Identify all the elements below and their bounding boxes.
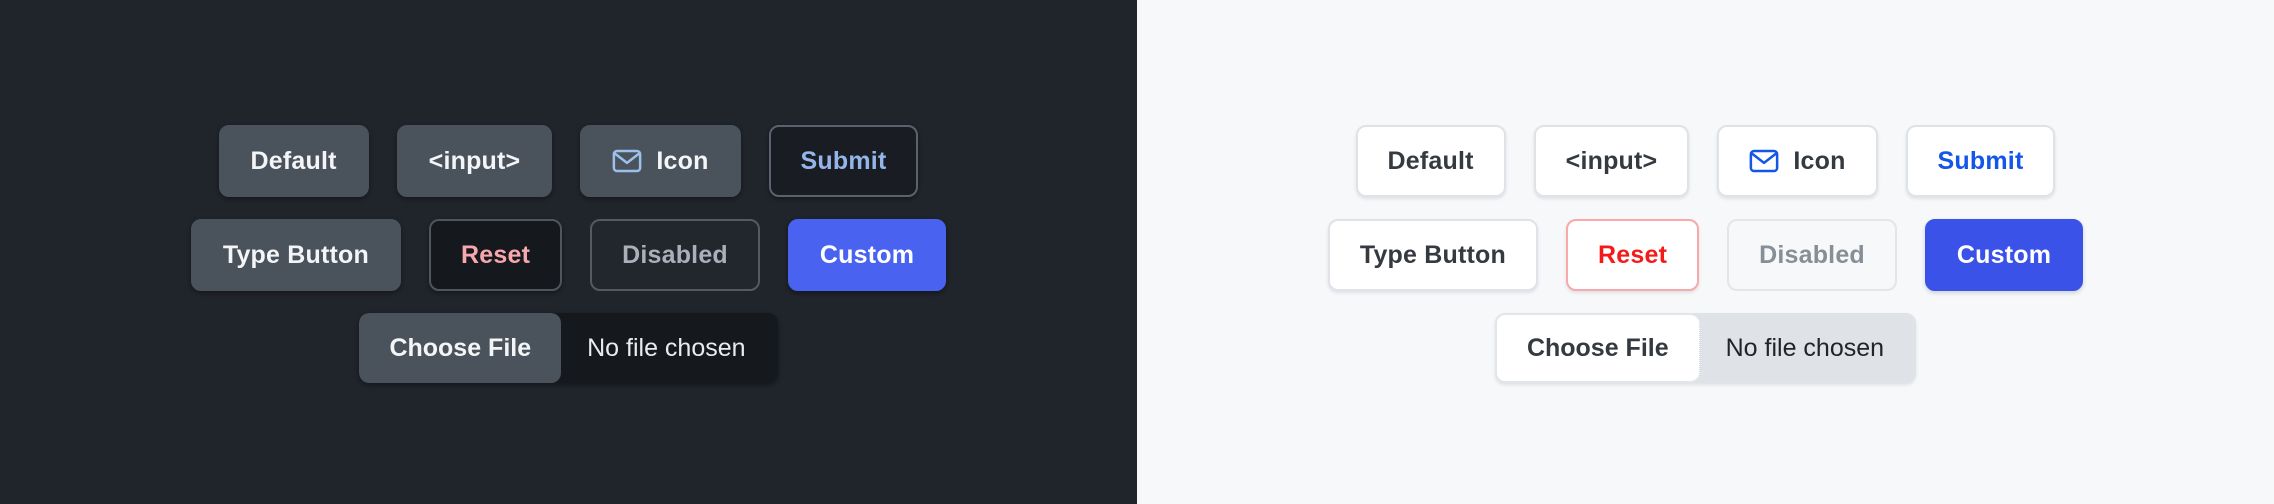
light-disabled-button-label: Disabled <box>1759 240 1865 269</box>
dark-disabled-button: Disabled <box>590 219 760 291</box>
light-icon-button[interactable]: Icon <box>1717 125 1878 197</box>
dark-button-row-1: Default <input> Icon Submit <box>218 125 919 197</box>
mail-icon <box>612 146 642 176</box>
dark-submit-button[interactable]: Submit <box>768 125 919 197</box>
dark-file-status-text: No file chosen <box>587 333 746 362</box>
dark-input-button[interactable]: <input> <box>396 125 553 197</box>
light-input-button[interactable]: <input> <box>1533 125 1690 197</box>
dark-button-row-3: Choose File No file chosen <box>359 313 778 383</box>
light-custom-button[interactable]: Custom <box>1924 219 2084 291</box>
dark-submit-button-label: Submit <box>800 146 887 175</box>
dark-choose-file-button[interactable]: Choose File <box>359 313 562 383</box>
light-file-status-text: No file chosen <box>1725 333 1885 362</box>
light-reset-button[interactable]: Reset <box>1566 219 1700 291</box>
light-submit-button-label: Submit <box>1937 146 2024 175</box>
dark-type-button-label: Type Button <box>222 240 369 269</box>
light-theme-pane: Default <input> Icon Submit Type Button … <box>1137 0 2274 504</box>
dark-input-button-label: <input> <box>428 146 521 175</box>
dark-reset-button[interactable]: Reset <box>429 219 563 291</box>
light-default-button-label: Default <box>1387 146 1474 175</box>
light-disabled-button: Disabled <box>1727 219 1897 291</box>
dark-reset-button-label: Reset <box>461 240 531 269</box>
button-variants-comparison: Default <input> Icon Submit Type Button … <box>0 0 2274 504</box>
light-type-button[interactable]: Type Button <box>1327 219 1538 291</box>
light-type-button-label: Type Button <box>1359 240 1506 269</box>
dark-icon-button[interactable]: Icon <box>580 125 741 197</box>
mail-icon <box>1749 146 1779 176</box>
dark-default-button-label: Default <box>250 146 337 175</box>
dark-icon-button-label: Icon <box>656 146 709 175</box>
light-reset-button-label: Reset <box>1598 240 1668 269</box>
light-icon-button-label: Icon <box>1793 146 1846 175</box>
light-custom-button-label: Custom <box>1956 240 2052 269</box>
dark-file-input[interactable]: Choose File No file chosen <box>359 313 778 383</box>
dark-theme-pane: Default <input> Icon Submit Type Button … <box>0 0 1137 504</box>
dark-custom-button[interactable]: Custom <box>787 219 947 291</box>
dark-default-button[interactable]: Default <box>218 125 369 197</box>
light-choose-file-button[interactable]: Choose File <box>1494 313 1700 383</box>
dark-disabled-button-label: Disabled <box>622 240 728 269</box>
light-file-input[interactable]: Choose File No file chosen <box>1494 313 1917 383</box>
dark-type-button[interactable]: Type Button <box>190 219 401 291</box>
dark-button-row-2: Type Button Reset Disabled Custom <box>190 219 947 291</box>
dark-custom-button-label: Custom <box>819 240 915 269</box>
light-button-row-2: Type Button Reset Disabled Custom <box>1327 219 2084 291</box>
light-button-row-3: Choose File No file chosen <box>1494 313 1917 383</box>
light-button-row-1: Default <input> Icon Submit <box>1355 125 2056 197</box>
light-submit-button[interactable]: Submit <box>1905 125 2056 197</box>
light-input-button-label: <input> <box>1565 146 1658 175</box>
light-default-button[interactable]: Default <box>1355 125 1506 197</box>
